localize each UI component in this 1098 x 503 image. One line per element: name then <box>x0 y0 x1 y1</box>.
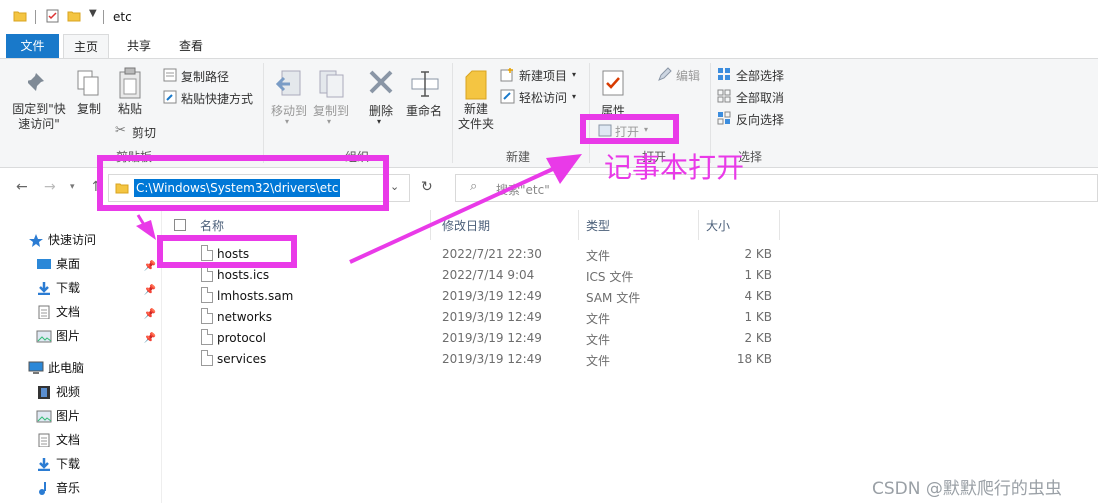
watermark: CSDN @默默爬行的虫虫 <box>872 479 1062 499</box>
annotation-arrows <box>136 154 582 264</box>
annotation-text: 记事本打开 <box>604 151 745 184</box>
